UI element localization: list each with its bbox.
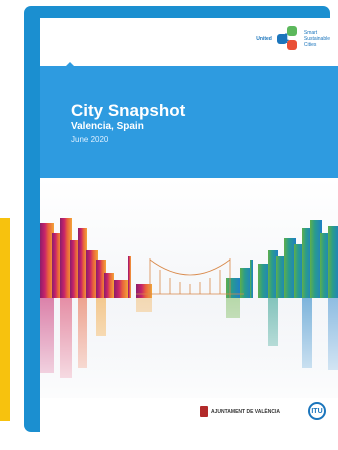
itu-logo: ITU bbox=[308, 402, 326, 420]
u4ssc-smart-text: Smart Sustainable Cities bbox=[303, 30, 330, 48]
cover-footer: AJUNTAMENT DE VALÈNCIA ITU bbox=[40, 398, 338, 433]
u4ssc-united-text: United bbox=[256, 36, 272, 42]
cover-title: City Snapshot bbox=[71, 101, 186, 120]
u4ssc-cube-icon: 4 bbox=[275, 26, 301, 52]
report-cover[interactable]: United 4 Smart Sustainable Cities City S… bbox=[40, 18, 338, 433]
ajuntament-text: AJUNTAMENT DE VALÈNCIA bbox=[211, 408, 280, 415]
cover-date: June 2020 bbox=[71, 135, 109, 144]
title-band-notch bbox=[64, 62, 76, 68]
side-tab bbox=[0, 218, 10, 421]
cover-header: United 4 Smart Sustainable Cities bbox=[40, 18, 338, 66]
valencia-crest-icon bbox=[200, 406, 208, 417]
cover-subtitle: Valencia, Spain bbox=[71, 121, 144, 132]
skyline-illustration bbox=[40, 178, 338, 398]
u4ssc-logo: United 4 Smart Sustainable Cities bbox=[256, 26, 330, 52]
ajuntament-logo: AJUNTAMENT DE VALÈNCIA bbox=[200, 406, 280, 417]
